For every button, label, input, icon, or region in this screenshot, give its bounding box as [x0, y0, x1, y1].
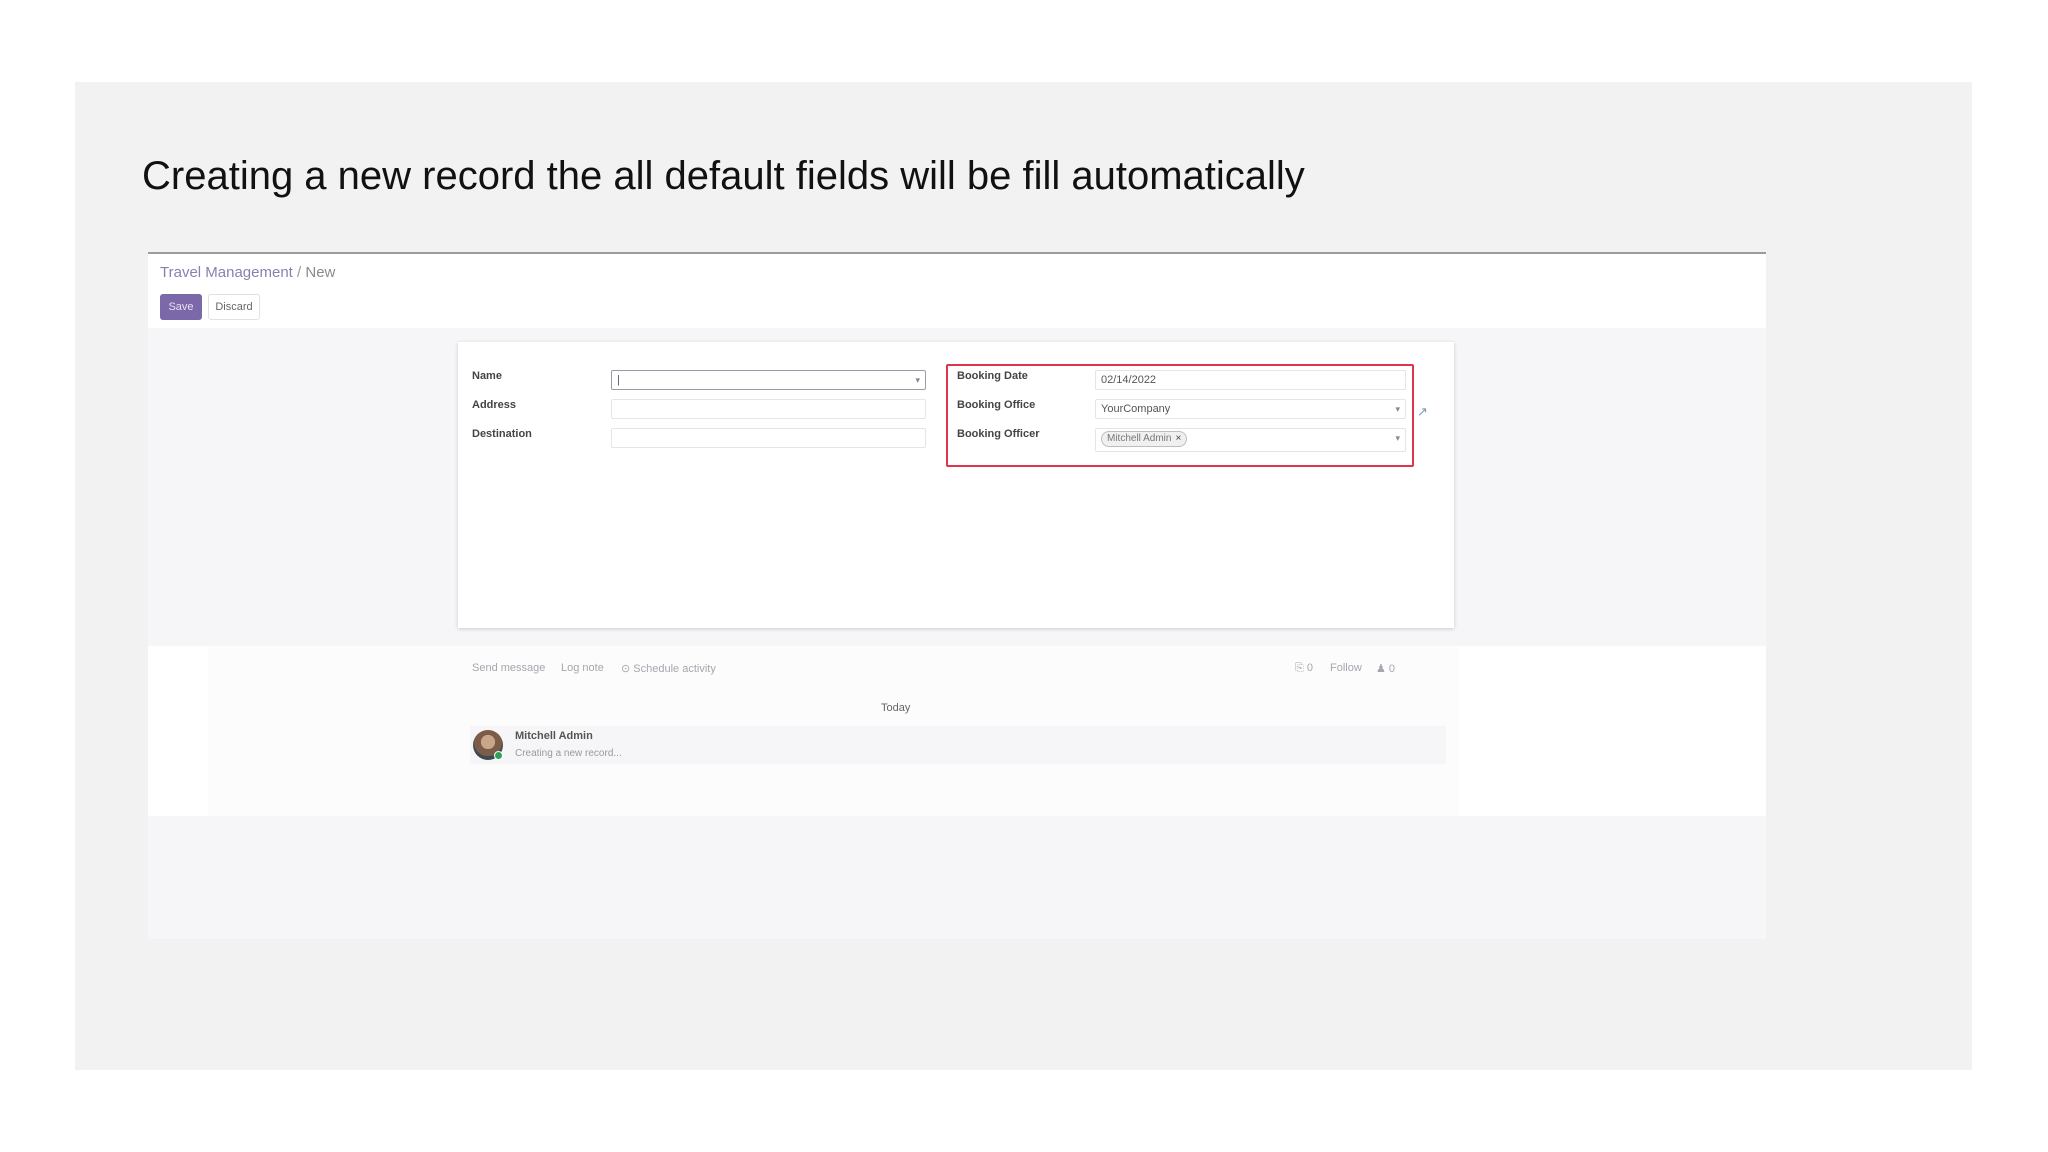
message-author[interactable]: Mitchell Admin	[515, 730, 593, 742]
form-sheet: Name | ▾ Address Destination Booking Dat…	[458, 342, 1454, 628]
log-note-button[interactable]: Log note	[561, 662, 604, 674]
booking-date-field[interactable]: 02/14/2022	[1095, 370, 1406, 390]
address-field[interactable]	[611, 399, 926, 419]
booking-date-value: 02/14/2022	[1101, 374, 1157, 386]
message-body: Creating a new record...	[515, 748, 622, 759]
date-separator: Today	[881, 702, 911, 714]
booking-officer-label: Booking Officer	[957, 428, 1040, 440]
breadcrumb-parent[interactable]: Travel Management	[160, 264, 293, 281]
online-status-icon	[494, 751, 503, 760]
booking-office-label: Booking Office	[957, 399, 1036, 411]
address-label: Address	[472, 399, 517, 411]
attachments-button[interactable]: ⎘ 0	[1295, 662, 1313, 675]
booking-officer-tag-label: Mitchell Admin	[1107, 433, 1172, 444]
control-panel: Travel Management / New Save Discard	[148, 254, 1766, 328]
remove-tag-icon[interactable]: ×	[1175, 433, 1181, 444]
chatter: Send message Log note ⊙ Schedule activit…	[148, 646, 1766, 816]
booking-officer-tag: Mitchell Admin ×	[1101, 431, 1188, 447]
external-link-icon[interactable]: ↗	[1417, 404, 1428, 420]
followers-button[interactable]: ♟ 0	[1376, 662, 1395, 675]
name-label: Name	[472, 370, 502, 382]
empty-area	[148, 816, 1766, 939]
booking-office-value: YourCompany	[1101, 403, 1171, 415]
name-field[interactable]: | ▾	[611, 370, 926, 390]
app-screenshot: Travel Management / New Save Discard Nam…	[148, 252, 1766, 939]
name-value: |	[617, 374, 620, 386]
slide: Creating a new record the all default fi…	[75, 82, 1972, 1070]
breadcrumb: Travel Management / New	[160, 264, 335, 281]
booking-office-field[interactable]: YourCompany ▾	[1095, 399, 1406, 419]
booking-officer-field[interactable]: Mitchell Admin × ▾	[1095, 428, 1406, 452]
breadcrumb-separator: /	[297, 264, 302, 281]
booking-date-label: Booking Date	[957, 370, 1028, 382]
chevron-down-icon[interactable]: ▾	[1395, 400, 1400, 418]
breadcrumb-current: New	[305, 264, 336, 281]
slide-title: Creating a new record the all default fi…	[142, 154, 1305, 198]
send-message-button[interactable]: Send message	[472, 662, 545, 674]
discard-button[interactable]: Discard	[208, 294, 260, 320]
avatar[interactable]	[473, 730, 503, 760]
destination-field[interactable]	[611, 428, 926, 448]
chevron-down-icon[interactable]: ▾	[915, 371, 920, 389]
schedule-activity-button[interactable]: ⊙ Schedule activity	[621, 662, 716, 675]
follow-button[interactable]: Follow	[1330, 662, 1362, 674]
destination-label: Destination	[472, 428, 532, 440]
save-button[interactable]: Save	[160, 294, 202, 320]
chevron-down-icon[interactable]: ▾	[1395, 429, 1400, 447]
